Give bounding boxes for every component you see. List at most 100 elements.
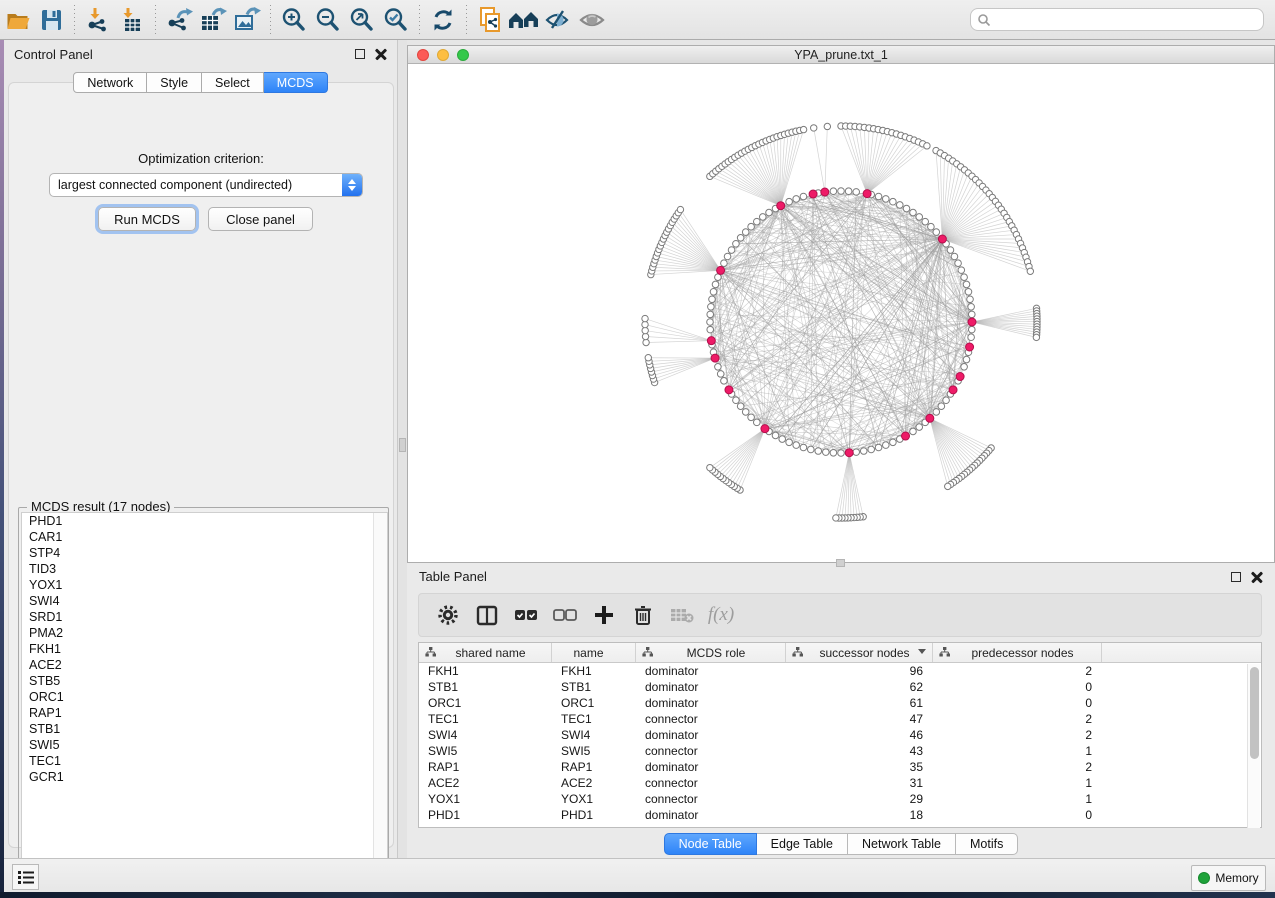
ring-node[interactable]: [968, 311, 975, 318]
mcds-hub-node[interactable]: [902, 432, 910, 440]
ring-node[interactable]: [922, 218, 929, 225]
ring-node[interactable]: [800, 444, 807, 451]
ring-node[interactable]: [830, 449, 837, 456]
ring-node[interactable]: [910, 209, 917, 216]
tab-motifs[interactable]: Motifs: [956, 833, 1018, 855]
leaf-node[interactable]: [642, 315, 648, 321]
tab-edge-table[interactable]: Edge Table: [757, 833, 848, 855]
mcds-result-item[interactable]: STB1: [22, 721, 387, 737]
zoom-in-button[interactable]: [277, 4, 311, 36]
mcds-hub-node[interactable]: [845, 449, 853, 457]
ring-node[interactable]: [786, 198, 793, 205]
vertical-splitter[interactable]: [398, 40, 407, 858]
ring-node[interactable]: [910, 428, 917, 435]
ring-node[interactable]: [903, 205, 910, 212]
zoom-out-button[interactable]: [311, 4, 345, 36]
leaf-node[interactable]: [924, 143, 930, 149]
export-network-button[interactable]: [162, 4, 196, 36]
column-header-predecessor-nodes[interactable]: predecessor nodes: [933, 643, 1102, 662]
ring-node[interactable]: [709, 296, 716, 303]
ring-node[interactable]: [916, 424, 923, 431]
ring-node[interactable]: [728, 247, 735, 254]
mcds-hub-node[interactable]: [956, 373, 964, 381]
ring-node[interactable]: [838, 450, 845, 457]
memory-button[interactable]: Memory: [1191, 865, 1266, 891]
mcds-result-item[interactable]: SRD1: [22, 609, 387, 625]
mcds-hub-node[interactable]: [809, 190, 817, 198]
ring-node[interactable]: [724, 253, 731, 260]
ring-node[interactable]: [830, 188, 837, 195]
leaf-node[interactable]: [645, 355, 651, 361]
ring-node[interactable]: [928, 223, 935, 230]
criterion-dropdown[interactable]: largest connected component (undirected): [49, 173, 363, 197]
ring-node[interactable]: [890, 439, 897, 446]
show-columns-button[interactable]: [470, 598, 504, 632]
open-session-button[interactable]: [0, 4, 34, 36]
export-image-button[interactable]: [230, 4, 264, 36]
leaf-node[interactable]: [1027, 268, 1033, 274]
tab-network[interactable]: Network: [73, 72, 147, 93]
table-row[interactable]: RAP1RAP1dominator352: [419, 759, 1261, 775]
mcds-result-item[interactable]: GCR1: [22, 769, 387, 785]
mcds-result-item[interactable]: SWI5: [22, 737, 387, 753]
ring-node[interactable]: [793, 196, 800, 203]
mcds-hub-node[interactable]: [711, 354, 719, 362]
leaf-node[interactable]: [811, 125, 817, 131]
ring-node[interactable]: [707, 311, 714, 318]
mcds-hub-node[interactable]: [725, 386, 733, 394]
sort-indicator-icon[interactable]: [918, 649, 926, 654]
ring-node[interactable]: [963, 281, 970, 288]
ring-node[interactable]: [733, 397, 740, 404]
function-builder-button[interactable]: f(x): [704, 598, 738, 632]
mcds-hub-node[interactable]: [761, 425, 769, 433]
mcds-result-item[interactable]: RAP1: [22, 705, 387, 721]
mcds-hub-node[interactable]: [938, 235, 946, 243]
ring-node[interactable]: [707, 326, 714, 333]
ring-node[interactable]: [875, 193, 882, 200]
save-session-button[interactable]: [34, 4, 68, 36]
mcds-result-item[interactable]: ORC1: [22, 689, 387, 705]
ring-node[interactable]: [721, 377, 728, 384]
ring-node[interactable]: [721, 260, 728, 267]
leaf-node[interactable]: [677, 206, 683, 212]
mcds-result-item[interactable]: PMA2: [22, 625, 387, 641]
tab-network-table[interactable]: Network Table: [848, 833, 956, 855]
horizontal-splitter-grip[interactable]: [836, 559, 845, 567]
mcds-result-item[interactable]: TEC1: [22, 753, 387, 769]
ring-node[interactable]: [883, 196, 890, 203]
table-scrollbar[interactable]: [1247, 664, 1260, 828]
ring-node[interactable]: [710, 288, 717, 295]
column-header-shared-name[interactable]: shared name: [419, 643, 552, 662]
mcds-hub-node[interactable]: [707, 337, 715, 345]
mcds-hub-node[interactable]: [717, 266, 725, 274]
ring-node[interactable]: [951, 253, 958, 260]
mcds-result-item[interactable]: STB5: [22, 673, 387, 689]
leaf-node[interactable]: [642, 321, 648, 327]
ring-node[interactable]: [742, 409, 749, 416]
leaf-node[interactable]: [707, 464, 713, 470]
ring-node[interactable]: [712, 281, 719, 288]
ring-node[interactable]: [868, 446, 875, 453]
ring-node[interactable]: [875, 444, 882, 451]
ring-node[interactable]: [961, 274, 968, 281]
ring-node[interactable]: [963, 356, 970, 363]
ring-node[interactable]: [707, 319, 714, 326]
ring-node[interactable]: [853, 189, 860, 196]
ring-node[interactable]: [933, 229, 940, 236]
ring-node[interactable]: [759, 214, 766, 221]
ring-node[interactable]: [715, 364, 722, 371]
ring-node[interactable]: [853, 449, 860, 456]
column-header-MCDS-role[interactable]: MCDS role: [636, 643, 786, 662]
ring-node[interactable]: [860, 448, 867, 455]
table-row[interactable]: STB1STB1dominator620: [419, 679, 1261, 695]
mcds-result-item[interactable]: PHD1: [22, 513, 387, 529]
mcds-hub-node[interactable]: [863, 190, 871, 198]
ring-node[interactable]: [965, 288, 972, 295]
search-input[interactable]: [991, 12, 1257, 28]
leaf-node[interactable]: [833, 515, 839, 521]
splitter-grip[interactable]: [399, 438, 406, 452]
hide-selected-button[interactable]: [541, 4, 575, 36]
ring-node[interactable]: [938, 403, 945, 410]
ring-node[interactable]: [742, 229, 749, 236]
ring-node[interactable]: [958, 267, 965, 274]
